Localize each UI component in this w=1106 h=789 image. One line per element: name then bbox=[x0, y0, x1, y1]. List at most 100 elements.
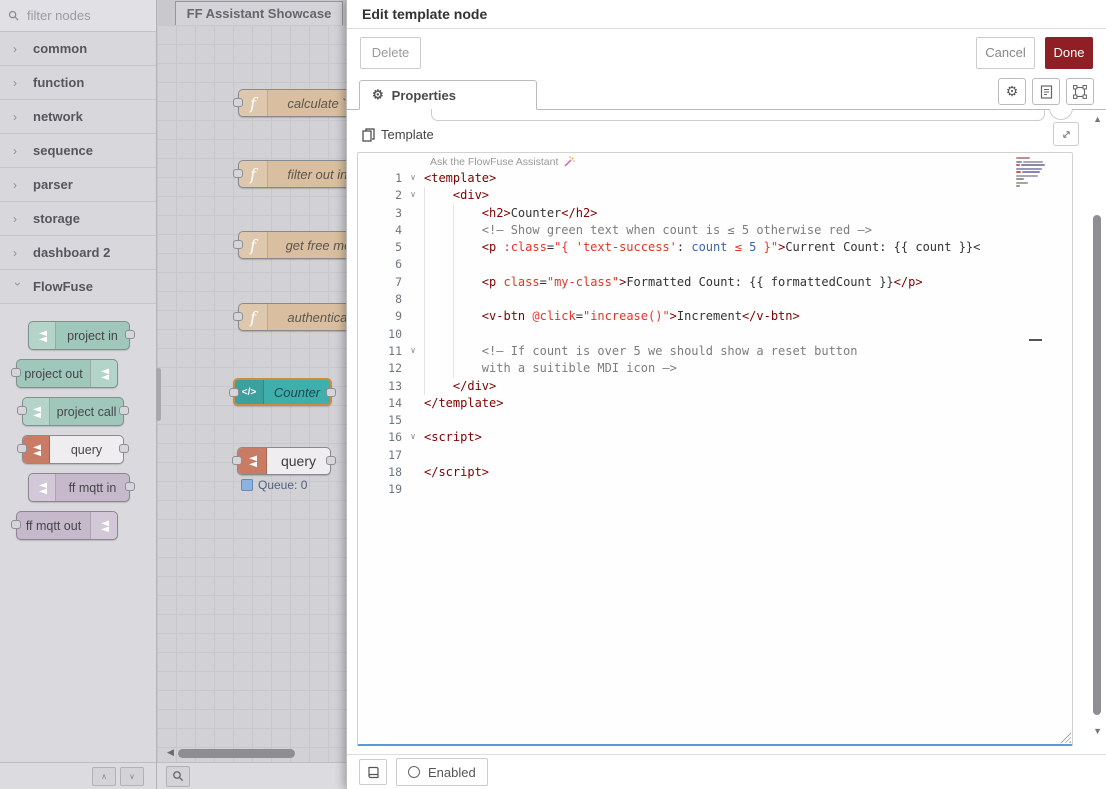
code-line: 16∨<script> bbox=[358, 429, 1072, 446]
canvas-node-calculate-pay[interactable]: f calculate `pay bbox=[238, 89, 346, 117]
chevron-right-icon: › bbox=[13, 178, 23, 192]
canvas-zoom-button[interactable] bbox=[166, 766, 190, 787]
palette-footer: ∧ ∨ bbox=[0, 762, 156, 789]
flowfuse-logo-icon bbox=[245, 454, 259, 468]
template-field-row: Template bbox=[362, 127, 434, 142]
node-port-left[interactable] bbox=[233, 312, 243, 321]
canvas-node-filter-out-inacti[interactable]: f filter out inacti bbox=[238, 160, 346, 188]
node-port-right[interactable] bbox=[119, 406, 129, 415]
dialog-footer: Enabled bbox=[347, 754, 1106, 789]
dialog-scrollbar-thumb[interactable] bbox=[1093, 215, 1101, 715]
palette-node-project-in[interactable]: project in bbox=[28, 321, 130, 350]
scrolled-form-toggle[interactable] bbox=[1049, 109, 1073, 120]
palette-node-label: ff mqtt out bbox=[17, 512, 90, 539]
palette-category-parser[interactable]: › parser bbox=[0, 168, 156, 202]
node-port-left[interactable] bbox=[233, 169, 243, 178]
palette-category-label: storage bbox=[33, 211, 80, 226]
cancel-button[interactable]: Cancel bbox=[976, 37, 1035, 69]
canvas-node-label: authenticateU bbox=[268, 304, 346, 330]
node-settings-button[interactable]: ⚙ bbox=[998, 78, 1026, 105]
palette-category-label: dashboard 2 bbox=[33, 245, 110, 260]
node-enabled-toggle[interactable]: Enabled bbox=[396, 758, 488, 786]
canvas-footer bbox=[157, 762, 346, 789]
node-port-left[interactable] bbox=[17, 406, 27, 415]
dialog-scroll-up-arrow[interactable]: ▲ bbox=[1093, 114, 1102, 124]
node-port-left[interactable] bbox=[232, 456, 242, 465]
tab-properties-label: Properties bbox=[392, 88, 456, 103]
code-line: 1∨<template> bbox=[358, 170, 1072, 187]
enabled-state-icon bbox=[408, 766, 420, 778]
palette-node-query[interactable]: query bbox=[22, 435, 124, 464]
canvas-hscroll-left-arrow[interactable]: ◀ bbox=[167, 747, 174, 758]
palette-node-icon-box bbox=[29, 474, 56, 501]
canvas-node-query[interactable]: query bbox=[237, 447, 331, 475]
palette-category-common[interactable]: › common bbox=[0, 32, 156, 66]
scrolled-form-field[interactable] bbox=[431, 109, 1045, 121]
code-line: 17 bbox=[358, 447, 1072, 464]
palette-category-list: › common › function › network › sequence… bbox=[0, 32, 156, 304]
palette-node-ff-mqtt-out[interactable]: ff mqtt out bbox=[16, 511, 118, 540]
node-description-button[interactable] bbox=[1032, 78, 1060, 105]
book-icon bbox=[367, 766, 380, 779]
code-line: 19 bbox=[358, 481, 1072, 498]
assistant-hint[interactable]: Ask the FlowFuse Assistant bbox=[430, 156, 575, 168]
enabled-label: Enabled bbox=[428, 765, 476, 780]
expand-icon bbox=[1061, 129, 1072, 140]
node-port-right[interactable] bbox=[125, 330, 135, 339]
node-port-right[interactable] bbox=[326, 456, 336, 465]
canvas-node-icon-box: f bbox=[239, 304, 268, 330]
canvas-node-label: Counter bbox=[264, 380, 330, 404]
canvas-node-get-free-memo[interactable]: f get free memo bbox=[238, 231, 346, 259]
chevron-right-icon: › bbox=[13, 110, 23, 124]
canvas-node-authenticateu[interactable]: f authenticateU bbox=[238, 303, 346, 331]
canvas-node-icon-box: f bbox=[239, 232, 268, 258]
canvas-node-label: calculate `pay bbox=[268, 90, 346, 116]
editor-expand-button[interactable] bbox=[1053, 122, 1079, 146]
node-appearance-button[interactable] bbox=[1066, 78, 1094, 105]
palette-category-dashboard-2[interactable]: › dashboard 2 bbox=[0, 236, 156, 270]
palette-scrollbar-thumb[interactable] bbox=[156, 368, 161, 421]
palette-expand-all-button[interactable]: ∨ bbox=[120, 767, 144, 786]
palette-node-project-out[interactable]: project out bbox=[16, 359, 118, 388]
palette-category-flowfuse[interactable]: › FlowFuse bbox=[0, 270, 156, 304]
node-port-left[interactable] bbox=[233, 240, 243, 249]
palette-node-project-call[interactable]: project call bbox=[22, 397, 124, 426]
dialog-scroll-down-arrow[interactable]: ▼ bbox=[1093, 726, 1102, 736]
node-port-left[interactable] bbox=[17, 444, 27, 453]
node-port-right[interactable] bbox=[125, 482, 135, 491]
node-docs-button[interactable] bbox=[359, 759, 387, 785]
palette-category-function[interactable]: › function bbox=[0, 66, 156, 100]
done-button[interactable]: Done bbox=[1045, 37, 1093, 69]
canvas-node-label: get free memo bbox=[268, 232, 346, 258]
canvas-node-counter[interactable]: </> Counter bbox=[233, 378, 332, 406]
canvas-hscroll-thumb[interactable] bbox=[178, 749, 295, 758]
assistant-hint-label: Ask the FlowFuse Assistant bbox=[430, 156, 558, 168]
node-port-left[interactable] bbox=[11, 368, 21, 377]
node-port-left[interactable] bbox=[229, 388, 239, 397]
node-port-left[interactable] bbox=[11, 520, 21, 529]
template-code-editor[interactable]: Ask the FlowFuse Assistant 1∨<template>2… bbox=[357, 152, 1073, 746]
workspace-tab[interactable]: FF Assistant Showcase bbox=[175, 1, 343, 25]
tab-properties[interactable]: ⚙ Properties bbox=[359, 80, 537, 110]
code-line: 3 <h2>Counter</h2> bbox=[358, 205, 1072, 222]
flowfuse-logo-icon bbox=[29, 443, 43, 457]
delete-button[interactable]: Delete bbox=[360, 37, 421, 69]
flow-canvas[interactable]: f calculate `pay f filter out inacti f g… bbox=[157, 25, 346, 762]
node-status: Queue: 0 bbox=[241, 478, 307, 492]
code-line: 6 bbox=[358, 256, 1072, 273]
node-port-right[interactable] bbox=[326, 388, 336, 397]
palette-filter-input[interactable] bbox=[25, 7, 139, 24]
edit-node-dialog: Edit template node Delete Cancel Done ⚙ … bbox=[346, 0, 1106, 789]
palette-category-sequence[interactable]: › sequence bbox=[0, 134, 156, 168]
chevron-right-icon: › bbox=[13, 212, 23, 226]
search-icon bbox=[8, 10, 19, 21]
palette-category-label: common bbox=[33, 41, 87, 56]
node-port-right[interactable] bbox=[119, 444, 129, 453]
palette-category-network[interactable]: › network bbox=[0, 100, 156, 134]
node-port-left[interactable] bbox=[233, 98, 243, 107]
gear-icon: ⚙ bbox=[1006, 83, 1019, 100]
palette-node-ff-mqtt-in[interactable]: ff mqtt in bbox=[28, 473, 130, 502]
palette-collapse-all-button[interactable]: ∧ bbox=[92, 767, 116, 786]
palette-category-storage[interactable]: › storage bbox=[0, 202, 156, 236]
palette-filter[interactable] bbox=[0, 0, 156, 32]
